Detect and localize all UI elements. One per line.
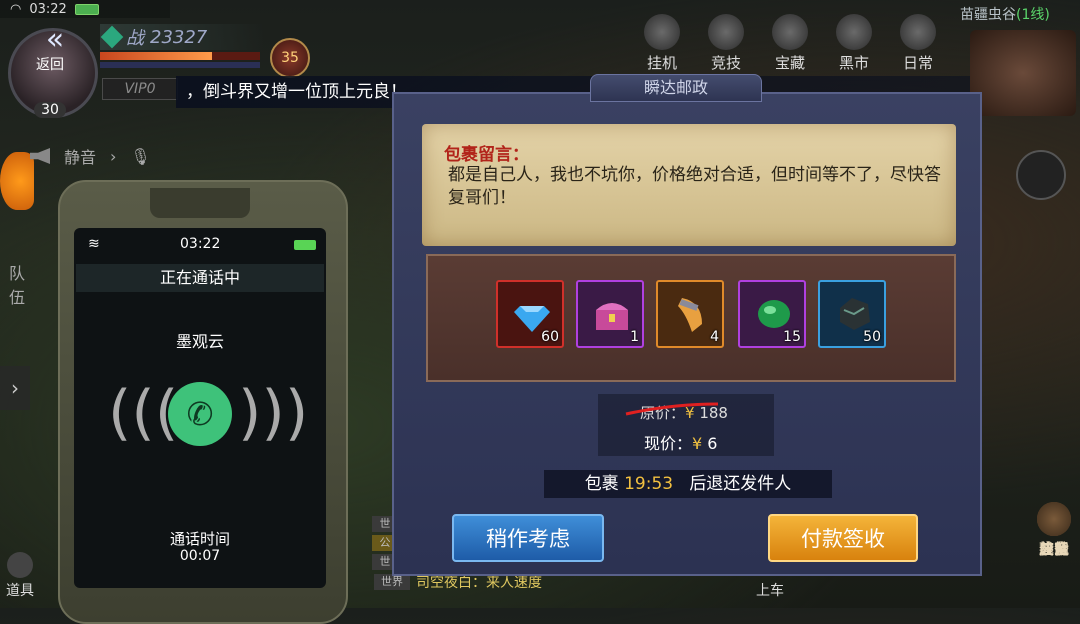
back-chevron-icon: « bbox=[45, 22, 64, 57]
top-nav: 挂机 竞技 宝藏 黑市 日常 bbox=[630, 14, 950, 76]
bag-icon bbox=[7, 552, 33, 578]
status-time: 03:22 bbox=[29, 1, 67, 17]
nav-treasure-label: 宝藏 bbox=[774, 54, 805, 72]
horn-icon bbox=[678, 298, 702, 332]
mute-label: 静音 bbox=[64, 148, 97, 167]
power-value: 23327 bbox=[150, 26, 208, 48]
team-tab-char1: 队 bbox=[8, 264, 25, 283]
mail-tab: 瞬达邮政 bbox=[590, 74, 762, 102]
phone-status-bar: ≋ 03:22 bbox=[80, 236, 320, 256]
chevron-right-icon: › bbox=[110, 146, 117, 166]
back-label: 返回 bbox=[36, 57, 64, 73]
treasure-icon bbox=[772, 14, 808, 50]
sound-wave-right-icon: ))) bbox=[238, 378, 309, 448]
side-achievement-label: 成就 bbox=[1038, 540, 1069, 558]
team-tab-char2: 伍 bbox=[8, 288, 25, 307]
nav-daily[interactable]: 日常 bbox=[886, 14, 950, 76]
nav-daily-label: 日常 bbox=[902, 54, 933, 72]
item-count: 4 bbox=[710, 329, 719, 345]
item-slot[interactable]: 50 bbox=[818, 280, 886, 348]
mute-control[interactable]: 静音 › 🎙 bbox=[30, 138, 240, 174]
player-level: 30 bbox=[34, 102, 66, 118]
expand-arrow-button[interactable]: › bbox=[0, 366, 30, 410]
dark-stone-icon bbox=[840, 298, 870, 330]
deadline-time: 19:53 bbox=[624, 474, 674, 494]
item-count: 1 bbox=[630, 329, 639, 345]
item-count: 50 bbox=[863, 329, 881, 345]
items-button[interactable]: 道具 bbox=[0, 552, 40, 600]
wifi-icon: ◠ bbox=[10, 1, 22, 17]
nav-arena-label: 竞技 bbox=[710, 54, 741, 72]
compass-icon[interactable] bbox=[1016, 150, 1066, 200]
call-time-label: 通话时间 bbox=[169, 530, 230, 548]
blue-diamond-icon bbox=[514, 306, 550, 332]
power-gem-icon bbox=[100, 25, 124, 49]
item-slot[interactable]: 15 bbox=[738, 280, 806, 348]
phone-earpiece bbox=[150, 188, 250, 218]
nav-treasure[interactable]: 宝藏 bbox=[758, 14, 822, 76]
nav-black-market[interactable]: 黑市 bbox=[822, 14, 886, 76]
item-slot[interactable]: 1 bbox=[576, 280, 644, 348]
current-price-value: 6 bbox=[707, 434, 718, 453]
mp-bar bbox=[100, 62, 260, 68]
item-slot[interactable]: 4 bbox=[656, 280, 724, 348]
mic-off-icon[interactable]: 🎙 bbox=[130, 147, 150, 166]
arena-icon bbox=[708, 14, 744, 50]
nav-black-market-label: 黑市 bbox=[838, 54, 869, 72]
daily-icon bbox=[900, 14, 936, 50]
strikethrough-line bbox=[625, 402, 719, 416]
ride-button[interactable]: 上车 bbox=[740, 580, 800, 600]
team-tab[interactable]: 队 伍 bbox=[0, 262, 34, 310]
treasure-chest-icon bbox=[596, 303, 628, 330]
speaker-icon bbox=[30, 148, 50, 164]
achievement-icon bbox=[1037, 502, 1071, 536]
combat-power: 战 23327 bbox=[100, 24, 264, 50]
deadline-prefix: 包裹 bbox=[584, 474, 619, 494]
battery-icon bbox=[74, 3, 99, 15]
minimap[interactable] bbox=[970, 30, 1076, 116]
nav-idle[interactable]: 挂机 bbox=[630, 14, 694, 76]
status-bar: ◠ 03:22 bbox=[0, 0, 170, 18]
current-price-label: 现价： bbox=[644, 434, 693, 453]
current-price: 现价：¥ 6 bbox=[644, 430, 717, 454]
chat-channel-world[interactable]: 世界 bbox=[374, 574, 410, 590]
green-jade-icon bbox=[758, 300, 790, 328]
currency-icon: ¥ bbox=[692, 434, 703, 453]
region-name: 苗疆虫谷(1线) bbox=[960, 4, 1080, 24]
item-count: 15 bbox=[783, 329, 801, 345]
items-label: 道具 bbox=[6, 583, 34, 599]
phone-time: 03:22 bbox=[180, 236, 221, 252]
pay-sign-button[interactable]: 付款签收 bbox=[768, 514, 918, 562]
return-deadline: 包裹 19:53 后退还发件人 bbox=[544, 470, 832, 498]
message-body: 都是自己人，我也不坑你，价格绝对合适，但时间等不了，尽快答复哥们！ bbox=[448, 165, 941, 208]
phone-handset-icon: ✆ bbox=[186, 395, 214, 433]
power-prefix: 战 bbox=[126, 28, 144, 49]
phone-battery-icon bbox=[294, 240, 316, 250]
deadline-suffix: 后退还发件人 bbox=[689, 474, 792, 494]
black-market-icon bbox=[836, 14, 872, 50]
message-title: 包裹留言： bbox=[444, 145, 529, 165]
call-time: 00:07 bbox=[179, 548, 221, 564]
vip-badge[interactable]: VIP0 bbox=[102, 78, 178, 100]
nav-arena[interactable]: 竞技 bbox=[694, 14, 758, 76]
caller-name: 墨观云 bbox=[175, 332, 224, 351]
region-line: (1线) bbox=[1016, 7, 1050, 23]
item-count: 60 bbox=[541, 329, 559, 345]
region-title: 苗疆虫谷 bbox=[960, 7, 1016, 23]
item-slot[interactable]: 60 bbox=[496, 280, 564, 348]
idle-icon bbox=[644, 14, 680, 50]
consider-button[interactable]: 稍作考虑 bbox=[452, 514, 604, 562]
pet-icon[interactable] bbox=[0, 152, 34, 210]
rank-badge[interactable]: 35 bbox=[270, 38, 310, 78]
hp-bar bbox=[100, 52, 260, 60]
back-button[interactable]: « 返回 bbox=[22, 22, 78, 76]
phone-wifi-icon: ≋ bbox=[88, 236, 100, 252]
side-achievement[interactable]: 成就 bbox=[1020, 502, 1080, 564]
nav-idle-label: 挂机 bbox=[646, 54, 677, 72]
call-status: 正在通话中 bbox=[76, 264, 324, 292]
